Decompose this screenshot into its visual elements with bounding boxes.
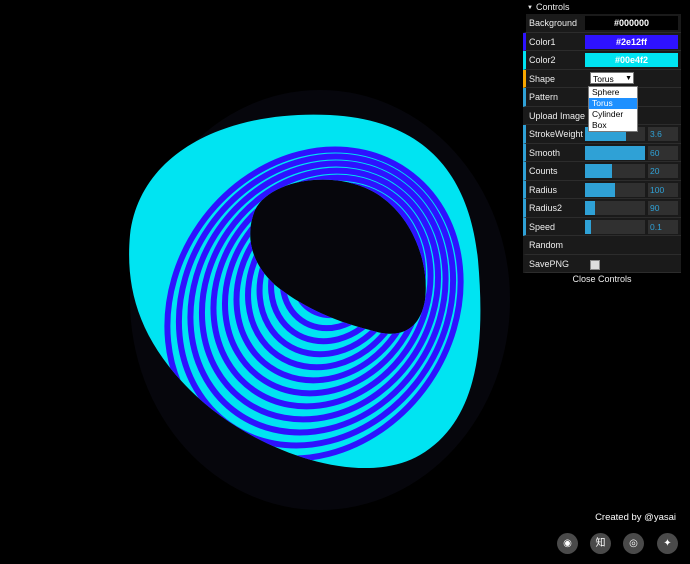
controls-header[interactable]: ▼ Controls xyxy=(523,0,681,14)
background-row: Background #000000 xyxy=(523,14,681,33)
counts-label: Counts xyxy=(529,166,558,176)
radius-slider[interactable] xyxy=(585,182,645,197)
counts-slider[interactable] xyxy=(585,164,645,178)
shape-select[interactable]: Torus ▼ xyxy=(590,71,634,84)
credit-text: Created by @yasai xyxy=(595,512,676,523)
radius-row: Radius 100 xyxy=(523,180,681,199)
radius2-row: Radius2 90 xyxy=(523,199,681,218)
chevron-down-icon: ▼ xyxy=(625,74,632,82)
speed-slider-fill xyxy=(585,219,591,234)
speed-input[interactable]: 0.1 xyxy=(648,219,678,234)
stroke-weight-label: StrokeWeight xyxy=(529,129,583,139)
counts-input[interactable]: 20 xyxy=(648,164,678,178)
speed-slider[interactable] xyxy=(585,219,645,234)
color1-row: Color1 #2e12ff xyxy=(523,32,681,51)
shape-option-sphere[interactable]: Sphere xyxy=(589,87,637,98)
zhihu-icon[interactable]: 知 xyxy=(590,533,611,554)
smooth-input[interactable]: 60 xyxy=(648,145,678,160)
color1-color-picker[interactable]: #2e12ff xyxy=(585,34,678,49)
close-controls-button[interactable]: Close Controls xyxy=(523,273,681,286)
shape-option-torus[interactable]: Torus xyxy=(589,98,637,109)
save-png-row: SavePNG xyxy=(523,254,681,273)
controls-panel: ▼ Controls Background #000000 Color1 #2e1… xyxy=(523,0,681,286)
instagram-icon[interactable]: ◎ xyxy=(623,533,644,554)
smooth-row: Smooth 60 xyxy=(523,143,681,162)
stroke-weight-input[interactable]: 3.6 xyxy=(648,127,678,141)
shape-option-cylinder[interactable]: Cylinder xyxy=(589,109,637,120)
smooth-slider-fill xyxy=(585,145,645,160)
save-png-label: SavePNG xyxy=(529,258,570,269)
shape-option-box[interactable]: Box xyxy=(589,120,637,131)
background-label: Background xyxy=(529,18,578,28)
twitter-icon[interactable]: ✦ xyxy=(657,533,678,554)
counts-row: Counts 20 xyxy=(523,162,681,181)
shape-dropdown-list: Sphere Torus Cylinder Box xyxy=(588,86,638,132)
radius-input[interactable]: 100 xyxy=(648,182,678,197)
upload-image-label: Upload Image xyxy=(529,110,586,121)
radius2-slider[interactable] xyxy=(585,201,645,215)
random-row[interactable]: Random xyxy=(523,236,681,255)
color2-row: Color2 #00e4f2 xyxy=(523,51,681,70)
pattern-label: Pattern xyxy=(529,92,559,102)
random-label: Random xyxy=(529,240,564,250)
shape-label: Shape xyxy=(529,73,556,84)
radius2-slider-fill xyxy=(585,201,595,215)
collapse-triangle-icon: ▼ xyxy=(527,4,533,11)
weibo-icon[interactable]: ◉ xyxy=(557,533,578,554)
radius2-label: Radius2 xyxy=(529,203,563,213)
speed-row: Speed 0.1 xyxy=(523,217,681,236)
save-png-checkbox[interactable] xyxy=(590,259,600,270)
color2-label: Color2 xyxy=(529,55,556,65)
radius-slider-fill xyxy=(585,182,615,197)
color2-color-picker[interactable]: #00e4f2 xyxy=(585,53,678,67)
smooth-slider[interactable] xyxy=(585,145,645,160)
counts-slider-fill xyxy=(585,164,612,178)
background-color-picker[interactable]: #000000 xyxy=(585,16,678,30)
speed-label: Speed xyxy=(529,221,556,232)
color1-label: Color1 xyxy=(529,36,556,47)
radius2-input[interactable]: 90 xyxy=(648,201,678,215)
smooth-label: Smooth xyxy=(529,147,561,158)
radius-label: Radius xyxy=(529,184,558,195)
